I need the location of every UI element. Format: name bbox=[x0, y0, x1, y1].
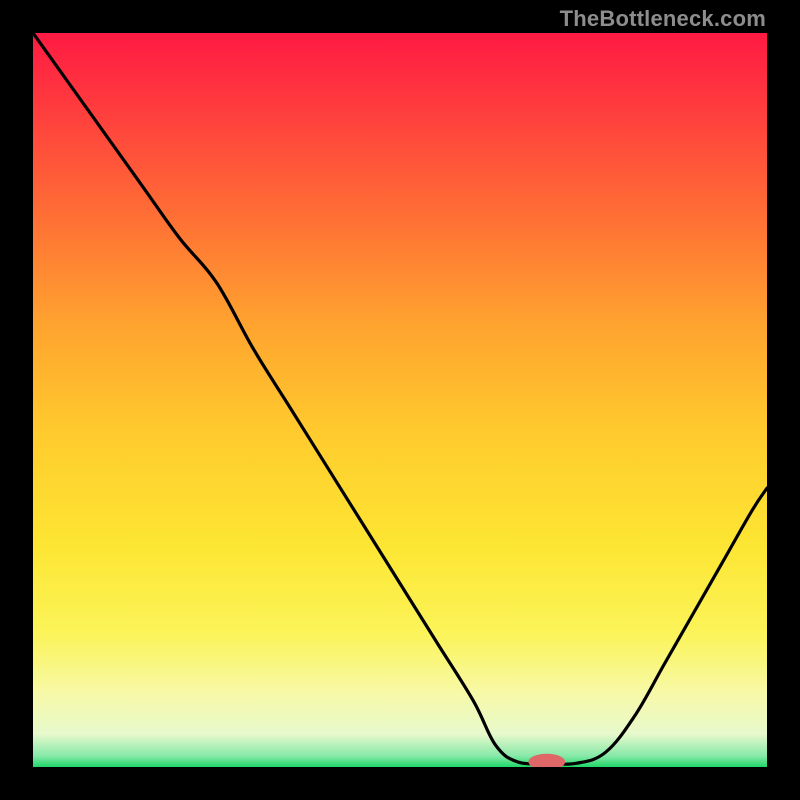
chart-frame: TheBottleneck.com bbox=[0, 0, 800, 800]
plot-area bbox=[33, 33, 767, 767]
bottleneck-chart bbox=[33, 33, 767, 767]
gradient-background bbox=[33, 33, 767, 767]
watermark-text: TheBottleneck.com bbox=[560, 6, 766, 32]
